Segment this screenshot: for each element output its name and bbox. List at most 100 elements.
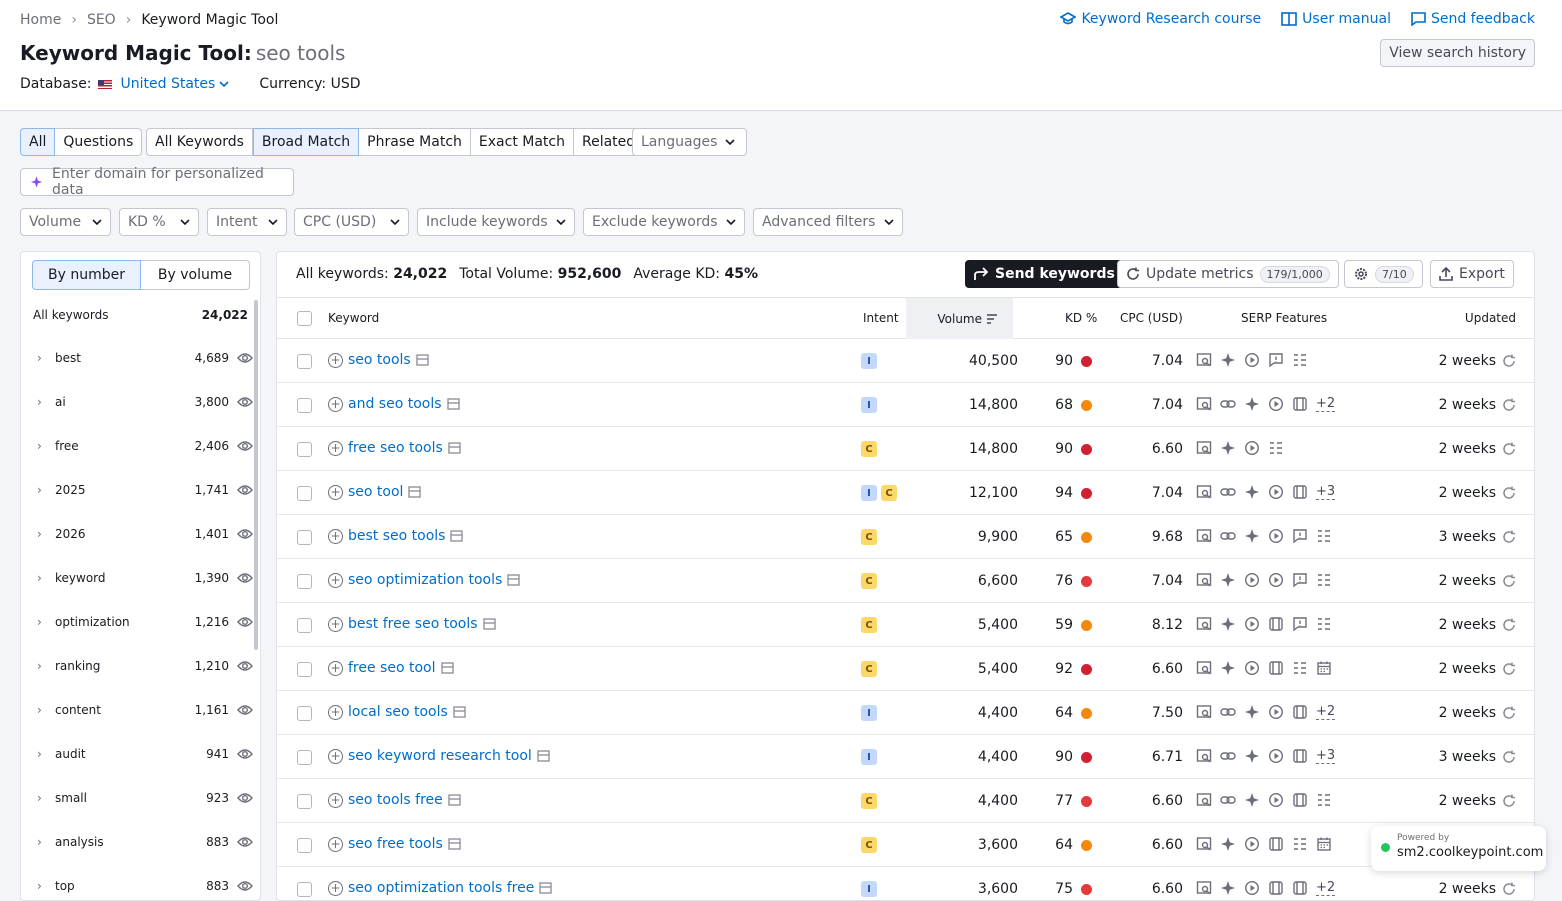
keyword-link[interactable]: seo keyword research tool	[348, 748, 532, 764]
add-keyword-icon[interactable]: +	[328, 704, 343, 720]
group-item[interactable]: › optimization 1,216	[21, 600, 253, 644]
table-row[interactable]: + seo optimization tools C 6,600 76 7.04 2 wee…	[277, 559, 1534, 603]
chevron-right-icon[interactable]: ›	[37, 791, 55, 805]
chevron-right-icon[interactable]: ›	[37, 351, 55, 365]
add-keyword-icon[interactable]: +	[328, 572, 343, 588]
serp-preview-icon[interactable]	[450, 530, 464, 542]
refresh-icon[interactable]	[1502, 794, 1516, 808]
eye-icon[interactable]	[237, 660, 253, 672]
advanced-filters[interactable]: Advanced filters	[753, 208, 903, 236]
view-search-history-button[interactable]: View search history	[1380, 39, 1535, 67]
group-item[interactable]: › top 883	[21, 864, 253, 900]
serp-more-link[interactable]: +2	[1316, 396, 1336, 412]
serp-preview-icon[interactable]	[539, 882, 552, 894]
group-item[interactable]: › 2025 1,741	[21, 468, 253, 512]
chevron-right-icon[interactable]: ›	[37, 615, 55, 629]
user-manual-link[interactable]: User manual	[1281, 11, 1391, 27]
keyword-link[interactable]: free seo tools	[348, 440, 443, 456]
chevron-right-icon[interactable]: ›	[37, 703, 55, 717]
refresh-icon[interactable]	[1502, 750, 1516, 764]
table-row[interactable]: + free seo tool C 5,400 92 6.60 2 weeks	[277, 647, 1534, 691]
chevron-right-icon[interactable]: ›	[37, 659, 55, 673]
chevron-right-icon[interactable]: ›	[37, 571, 55, 585]
export-button[interactable]: Export	[1430, 260, 1514, 288]
keyword-link[interactable]: best seo tools	[348, 528, 445, 544]
table-row[interactable]: + free seo tools C 14,800 90 6.60 2 weeks	[277, 427, 1534, 471]
intent-filter[interactable]: Intent	[207, 208, 287, 236]
eye-icon[interactable]	[237, 880, 253, 892]
serp-preview-icon[interactable]	[440, 662, 454, 674]
group-item[interactable]: › analysis 883	[21, 820, 253, 864]
row-checkbox[interactable]	[297, 794, 312, 809]
group-item[interactable]: › ai 3,800	[21, 380, 253, 424]
refresh-icon[interactable]	[1502, 530, 1516, 544]
row-checkbox[interactable]	[297, 398, 312, 413]
serp-more-link[interactable]: +2	[1316, 880, 1336, 896]
serp-preview-icon[interactable]	[446, 398, 460, 410]
row-checkbox[interactable]	[297, 442, 312, 457]
eye-icon[interactable]	[237, 572, 253, 584]
refresh-icon[interactable]	[1502, 706, 1516, 720]
table-row[interactable]: + seo tool I C 12,100 94 7.04 +3 2 weeks	[277, 471, 1534, 515]
eye-icon[interactable]	[237, 528, 253, 540]
col-volume[interactable]: Volume	[906, 298, 1013, 339]
by-volume-button[interactable]: By volume	[141, 260, 250, 290]
add-keyword-icon[interactable]: +	[328, 748, 343, 764]
row-checkbox[interactable]	[297, 354, 312, 369]
table-row[interactable]: + best free seo tools C 5,400 59 8.12 2 weeks	[277, 603, 1534, 647]
col-keyword[interactable]: Keyword	[328, 311, 379, 325]
eye-icon[interactable]	[237, 484, 253, 496]
row-checkbox[interactable]	[297, 662, 312, 677]
refresh-icon[interactable]	[1502, 442, 1516, 456]
keyword-link[interactable]: and seo tools	[348, 396, 442, 412]
group-item[interactable]: › audit 941	[21, 732, 253, 776]
eye-icon[interactable]	[237, 352, 253, 364]
row-checkbox[interactable]	[297, 882, 312, 897]
serp-preview-icon[interactable]	[448, 442, 461, 454]
chevron-right-icon[interactable]: ›	[37, 747, 55, 761]
group-item[interactable]: › keyword 1,390	[21, 556, 253, 600]
add-keyword-icon[interactable]: +	[328, 836, 343, 852]
keyword-course-link[interactable]: Keyword Research course	[1060, 11, 1261, 27]
col-kd[interactable]: KD %	[1065, 311, 1097, 325]
row-checkbox[interactable]	[297, 706, 312, 721]
keyword-link[interactable]: seo optimization tools	[348, 572, 502, 588]
eye-icon[interactable]	[237, 836, 253, 848]
row-checkbox[interactable]	[297, 530, 312, 545]
keyword-link[interactable]: seo optimization tools free	[348, 880, 534, 896]
by-number-button[interactable]: By number	[32, 260, 141, 290]
chevron-right-icon[interactable]: ›	[37, 527, 55, 541]
add-keyword-icon[interactable]: +	[328, 528, 343, 544]
table-row[interactable]: + seo tools free C 4,400 77 6.60 2 weeks	[277, 779, 1534, 823]
table-row[interactable]: + seo keyword research tool I 4,400 90 6.71 +3…	[277, 735, 1534, 779]
keyword-link[interactable]: local seo tools	[348, 704, 448, 720]
keyword-link[interactable]: seo tools	[348, 352, 411, 368]
row-checkbox[interactable]	[297, 618, 312, 633]
group-item[interactable]: › small 923	[21, 776, 253, 820]
refresh-icon[interactable]	[1502, 354, 1516, 368]
eye-icon[interactable]	[237, 748, 253, 760]
table-row[interactable]: + seo tools I 40,500 90 7.04 2 weeks	[277, 339, 1534, 383]
add-keyword-icon[interactable]: +	[328, 616, 343, 632]
group-item[interactable]: › best 4,689	[21, 336, 253, 380]
serp-more-link[interactable]: +3	[1316, 748, 1336, 764]
send-keywords-button[interactable]: Send keywords	[965, 260, 1123, 288]
chevron-right-icon[interactable]: ›	[37, 835, 55, 849]
serp-preview-icon[interactable]	[448, 838, 461, 850]
col-intent[interactable]: Intent	[863, 311, 899, 325]
add-keyword-icon[interactable]: +	[328, 792, 343, 808]
group-item[interactable]: › 2026 1,401	[21, 512, 253, 556]
add-keyword-icon[interactable]: +	[328, 440, 343, 456]
add-keyword-icon[interactable]: +	[328, 880, 343, 896]
refresh-icon[interactable]	[1502, 574, 1516, 588]
refresh-icon[interactable]	[1502, 618, 1516, 632]
tab-all-keywords[interactable]: All Keywords	[146, 128, 253, 156]
refresh-icon[interactable]	[1502, 398, 1516, 412]
refresh-icon[interactable]	[1502, 486, 1516, 500]
keyword-link[interactable]: seo tools free	[348, 792, 443, 808]
row-checkbox[interactable]	[297, 750, 312, 765]
table-row[interactable]: + local seo tools I 4,400 64 7.50 +2 2 weeks	[277, 691, 1534, 735]
exclude-keywords-filter[interactable]: Exclude keywords	[583, 208, 745, 236]
eye-icon[interactable]	[237, 396, 253, 408]
group-item[interactable]: › free 2,406	[21, 424, 253, 468]
